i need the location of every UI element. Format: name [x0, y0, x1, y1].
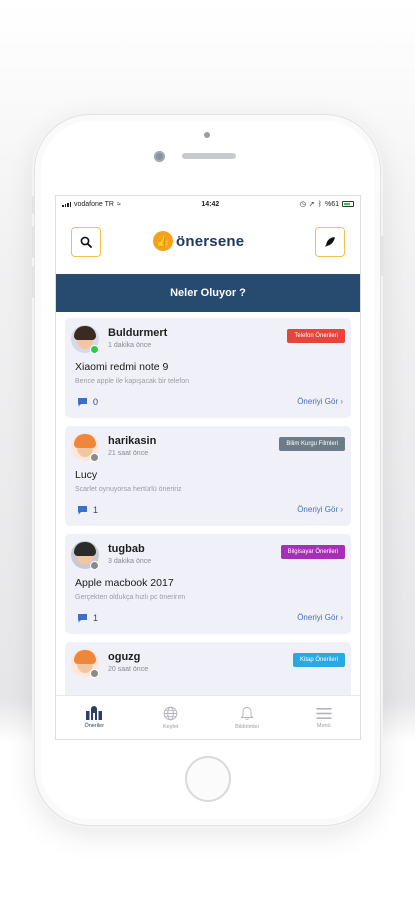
bottom-tab-bar: Öneriler Keşfet Bildirimler Menü: [56, 695, 361, 739]
search-button[interactable]: [71, 227, 101, 257]
post-username[interactable]: oguzg: [108, 651, 140, 663]
offline-status-dot: [90, 669, 99, 678]
menu-icon: [316, 707, 332, 719]
tab-bildirimler[interactable]: Bildirimler: [209, 696, 286, 739]
post-time: 1 dakika önce: [108, 342, 152, 349]
tab-kesfet[interactable]: Keşfet: [133, 696, 210, 739]
category-tag[interactable]: Bilim Kurgu Filmleri: [279, 437, 345, 451]
post-card[interactable]: Buldurmert 1 dakika önce Telefon Önerile…: [65, 318, 351, 418]
post-time: 20 saat önce: [108, 666, 149, 673]
phone-sensor: [204, 132, 210, 138]
comment-count: 0: [93, 397, 99, 407]
post-title: Xiaomi redmi note 9: [75, 361, 169, 373]
post-card[interactable]: harikasin 21 saat önce Bilim Kurgu Filml…: [65, 426, 351, 526]
clock: 14:42: [201, 200, 220, 208]
post-title: Apple macbook 2017: [75, 577, 174, 589]
post-username[interactable]: tugbab: [108, 543, 145, 555]
post-time: 3 dakika önce: [108, 558, 152, 565]
earpiece-speaker: [182, 153, 236, 159]
home-feed-icon: [86, 706, 103, 720]
post-username[interactable]: Buldurmert: [108, 327, 167, 339]
carrier-label: vodafone TR: [74, 200, 114, 208]
comments-button[interactable]: 0: [77, 397, 98, 407]
phone-volume-up: [32, 226, 35, 258]
home-button[interactable]: [185, 756, 231, 802]
app-screen: vodafone TR ≈ 14:42 ◷ ➚ ᛒ %61 👍 önersene: [55, 195, 361, 740]
signal-icon: [62, 201, 71, 207]
post-time: 21 saat önce: [108, 450, 149, 457]
online-status-dot: [90, 345, 99, 354]
tab-label: Bildirimler: [235, 723, 260, 730]
tab-label: Keşfet: [162, 723, 179, 730]
wifi-icon: ≈: [116, 200, 121, 208]
phone-volume-down: [32, 266, 35, 298]
phone-power-button: [380, 236, 383, 276]
post-description: Scarlet oynuyorsa hertürlü öneririz: [75, 486, 182, 493]
alarm-icon: ◷: [299, 201, 306, 208]
location-icon: ➚: [308, 201, 315, 208]
post-username[interactable]: harikasin: [108, 435, 156, 447]
globe-icon: [163, 706, 178, 720]
app-header: 👍 önersene: [56, 212, 360, 274]
front-camera: [154, 151, 165, 162]
section-banner: Neler Oluyor ?: [56, 274, 360, 312]
feather-icon: [325, 237, 335, 247]
comment-icon: [78, 398, 87, 407]
phone-mute-switch: [32, 196, 35, 214]
tab-label: Menü: [316, 722, 331, 729]
search-icon: [80, 236, 92, 248]
tab-label: Öneriler: [84, 723, 105, 729]
offline-status-dot: [90, 453, 99, 462]
category-tag[interactable]: Telefon Önerileri: [287, 329, 345, 343]
see-suggestion-link[interactable]: Öneriyi Gör ›: [297, 613, 343, 622]
battery-percent: %61: [324, 200, 339, 208]
bluetooth-icon: ᛒ: [317, 200, 322, 208]
compose-button[interactable]: [315, 227, 345, 257]
category-tag[interactable]: Kitap Önerileri: [292, 653, 345, 667]
category-tag[interactable]: Bilgisayar Önerileri: [280, 545, 345, 559]
tab-oneriler[interactable]: Öneriler: [56, 696, 133, 739]
post-card[interactable]: tugbab 3 dakika önce Bilgisayar Öneriler…: [65, 534, 351, 634]
post-description: Gerçekten oldukça hızlı pc önerirım: [75, 594, 186, 601]
comment-count: 1: [93, 613, 99, 623]
post-feed[interactable]: Buldurmert 1 dakika önce Telefon Önerile…: [56, 312, 360, 739]
see-suggestion-link[interactable]: Öneriyi Gör ›: [297, 505, 343, 514]
post-title: Lucy: [75, 469, 98, 481]
app-logo: 👍 önersene: [153, 231, 244, 251]
banner-title: Neler Oluyor ?: [170, 287, 246, 299]
comments-button[interactable]: 1: [77, 505, 98, 515]
offline-status-dot: [90, 561, 99, 570]
battery-icon: [342, 201, 354, 207]
see-suggestion-link[interactable]: Öneriyi Gör ›: [297, 397, 343, 406]
comment-icon: [78, 506, 87, 515]
post-description: Bence apple ile kapışacak bir telefon: [75, 378, 190, 385]
comment-icon: [78, 614, 87, 623]
status-bar: vodafone TR ≈ 14:42 ◷ ➚ ᛒ %61: [56, 196, 360, 212]
logo-text: önersene: [176, 232, 245, 250]
comments-button[interactable]: 1: [77, 613, 98, 623]
thumbs-up-icon: 👍: [153, 231, 173, 251]
comment-count: 1: [93, 505, 99, 515]
bell-icon: [240, 706, 254, 720]
tab-menu[interactable]: Menü: [286, 696, 361, 739]
